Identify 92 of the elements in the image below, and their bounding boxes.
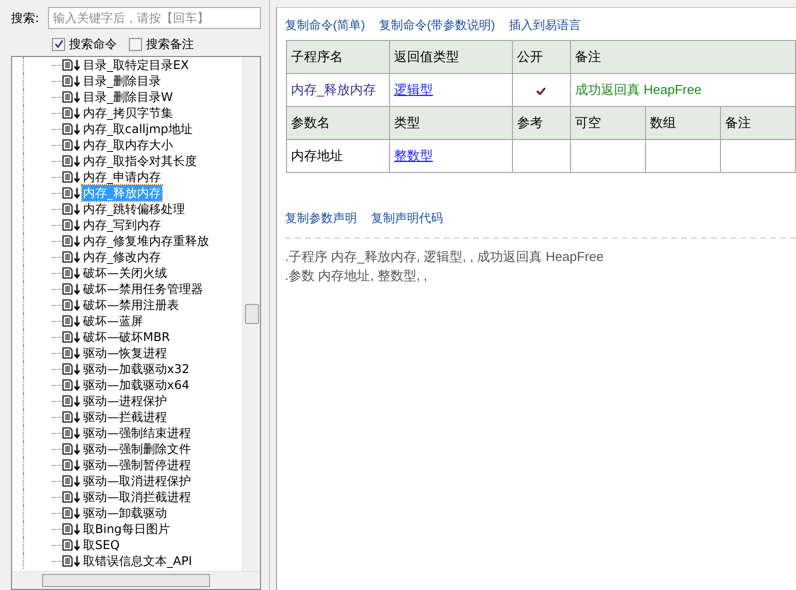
column-header: 公开	[512, 40, 571, 74]
vertical-scrollbar[interactable]	[242, 57, 260, 572]
checkbox-label: 搜索备注	[146, 36, 194, 52]
document-down-arrow-icon	[62, 491, 82, 503]
tree-item[interactable]: 破坏—禁用任务管理器	[82, 281, 204, 297]
column-header: 类型	[390, 106, 512, 140]
tree-item[interactable]: 取Bing每日图片	[82, 521, 171, 537]
tree-item[interactable]: 取SEQ	[82, 537, 121, 553]
document-down-arrow-icon	[62, 91, 82, 103]
type-link[interactable]: 整数型	[390, 140, 512, 172]
scroll-thumb[interactable]	[244, 304, 258, 324]
tree-item[interactable]: 驱动—恢复进程	[82, 345, 168, 361]
document-down-arrow-icon	[62, 187, 82, 199]
copy-link[interactable]: 复制声明代码	[371, 210, 443, 226]
tree-item[interactable]: 驱动—取消拦截进程	[82, 489, 192, 505]
tree-item[interactable]: 驱动—强制结束进程	[82, 425, 192, 441]
table-cell: 内存地址	[286, 140, 390, 172]
document-down-arrow-icon	[62, 363, 82, 375]
tree-item[interactable]: 驱动—卸载驱动	[82, 505, 168, 521]
document-down-arrow-icon	[62, 427, 82, 439]
scroll-thumb[interactable]	[42, 574, 210, 587]
document-down-arrow-icon	[62, 539, 82, 551]
document-down-arrow-icon	[62, 411, 82, 423]
document-down-arrow-icon	[62, 59, 82, 71]
tree-item[interactable]: 驱动—强制暂停进程	[82, 457, 192, 473]
column-header: 可空	[570, 106, 646, 140]
document-down-arrow-icon	[62, 107, 82, 119]
copy-link[interactable]: 复制命令(带参数说明)	[379, 16, 495, 34]
document-down-arrow-icon	[62, 283, 82, 295]
document-down-arrow-icon	[62, 347, 82, 359]
document-down-arrow-icon	[62, 251, 82, 263]
document-down-arrow-icon	[62, 75, 82, 87]
document-down-arrow-icon	[62, 555, 82, 567]
checkbox[interactable]	[52, 38, 65, 50]
tree-item[interactable]: 驱动—加载驱动x32	[82, 361, 190, 377]
column-header: 参考	[512, 106, 571, 140]
tree-item[interactable]: 目录_删除目录W	[82, 89, 174, 105]
tree-item[interactable]: 目录_取特定目录EX	[82, 57, 190, 73]
column-header: 参数名	[286, 106, 390, 140]
column-header: 备注	[570, 40, 796, 74]
document-down-arrow-icon	[62, 203, 82, 215]
checkbox[interactable]	[129, 38, 142, 50]
document-down-arrow-icon	[62, 315, 82, 327]
document-down-arrow-icon	[62, 507, 82, 519]
tree-item[interactable]: 内存_写到内存	[82, 217, 162, 233]
tree-item[interactable]: 破坏—破坏MBR	[82, 329, 171, 345]
search-label: 搜索:	[11, 10, 40, 26]
column-header: 数组	[646, 106, 720, 140]
tree-item[interactable]: 内存_修复堆内存重释放	[82, 233, 210, 249]
code-line: .子程序 内存_释放内存, 逻辑型, , 成功返回真 HeapFree	[285, 248, 605, 266]
document-down-arrow-icon	[62, 299, 82, 311]
tree-item[interactable]: 破坏—蓝屏	[82, 313, 144, 329]
document-down-arrow-icon	[62, 123, 82, 135]
tree-item[interactable]: 内存_跳转偏移处理	[82, 201, 186, 217]
tree-item[interactable]: 内存_取calljmp地址	[82, 121, 194, 137]
tree-item[interactable]: 取错误信息文本_API	[82, 553, 193, 569]
document-down-arrow-icon	[62, 459, 82, 471]
tree-item[interactable]: 内存_申请内存	[82, 169, 162, 185]
tree-item[interactable]: 驱动—进程保护	[82, 393, 168, 409]
code-line: .参数 内存地址, 整数型, ,	[285, 267, 428, 285]
column-header: 备注	[720, 106, 796, 140]
checkbox-label: 搜索命令	[69, 36, 117, 52]
tree-item[interactable]: 驱动—拦截进程	[82, 409, 168, 425]
tree-item[interactable]: 驱动—强制删除文件	[82, 441, 192, 457]
document-down-arrow-icon	[62, 395, 82, 407]
tree-item[interactable]: 内存_取指令对其长度	[82, 153, 198, 169]
tree-item[interactable]: 驱动—取消进程保护	[82, 473, 192, 489]
copy-link[interactable]: 复制命令(简单)	[285, 16, 365, 34]
tree-item[interactable]: 目录_删除目录	[82, 73, 162, 89]
document-down-arrow-icon	[62, 139, 82, 151]
document-down-arrow-icon	[62, 155, 82, 167]
column-header: 子程序名	[286, 40, 390, 74]
tree-item[interactable]: 驱动—加载驱动x64	[82, 377, 190, 393]
document-down-arrow-icon	[62, 331, 82, 343]
horizontal-scrollbar[interactable]	[12, 571, 260, 589]
document-down-arrow-icon	[62, 267, 82, 279]
tree-item[interactable]: 内存_取内存大小	[82, 137, 174, 153]
tree-item[interactable]: 破坏—禁用注册表	[82, 297, 180, 313]
tree-item[interactable]: 破坏—关闭火绒	[82, 265, 168, 281]
search-field[interactable]: 输入关键字后，请按【回车】	[48, 7, 261, 29]
tree-item[interactable]: 内存_修改内存	[82, 249, 162, 265]
document-down-arrow-icon	[62, 475, 82, 487]
document-down-arrow-icon	[62, 171, 82, 183]
document-down-arrow-icon	[62, 443, 82, 455]
copy-link[interactable]: 插入到易语言	[509, 16, 581, 34]
copy-link[interactable]: 复制参数声明	[285, 210, 357, 226]
document-down-arrow-icon	[62, 219, 82, 231]
document-down-arrow-icon	[62, 235, 82, 247]
document-down-arrow-icon	[62, 379, 82, 391]
tree-item[interactable]: 内存_拷贝字节集	[82, 105, 174, 121]
document-down-arrow-icon	[62, 523, 82, 535]
column-header: 返回值类型	[390, 40, 512, 74]
